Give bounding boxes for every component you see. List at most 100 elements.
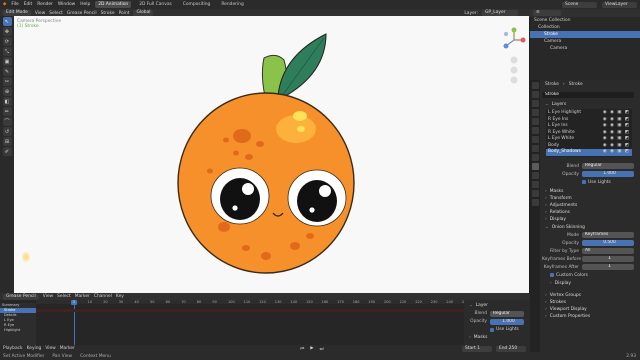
mini-layer-section[interactable]: Layer xyxy=(466,302,528,309)
timeline-menu-marker[interactable]: Marker xyxy=(75,294,90,299)
keying-menu[interactable]: Keying xyxy=(27,346,42,351)
onion-opacity-slider[interactable]: 0.500 xyxy=(582,240,634,246)
outliner-row-collection[interactable]: Collection xyxy=(530,24,640,31)
tool-button-7[interactable]: ⊕ xyxy=(2,87,12,96)
onion-mode-dropdown[interactable]: Keyframes xyxy=(582,232,634,238)
properties-tab-icon[interactable] xyxy=(531,154,539,161)
viewport-menu-grease-pencil[interactable]: Grease Pencil xyxy=(67,11,97,16)
viewport-menu-stroke[interactable]: Stroke xyxy=(101,11,115,16)
marker-menu[interactable]: Marker xyxy=(60,346,75,351)
layers-section[interactable]: Layers xyxy=(542,101,638,108)
tool-button-0[interactable]: ↖ xyxy=(2,17,12,26)
outliner-scene-collection[interactable]: Scene Collection xyxy=(530,17,640,24)
viewport-3d[interactable]: Camera Perspective (1) Stroke xyxy=(14,16,529,293)
properties-tab-icon[interactable] xyxy=(531,136,539,143)
viewport-display-section[interactable]: Viewport Display xyxy=(542,306,638,313)
tab-compositing[interactable]: Compositing xyxy=(180,1,214,8)
tool-button-8[interactable]: ◧ xyxy=(2,97,12,106)
timeline-menu-channel[interactable]: Channel xyxy=(94,294,112,299)
tool-button-9[interactable]: ✏ xyxy=(2,107,12,116)
tool-button-2[interactable]: ⟳ xyxy=(2,37,12,46)
tool-button-11[interactable]: ↺ xyxy=(2,127,12,136)
viewport-menu-view[interactable]: View xyxy=(35,11,45,16)
start-frame-field[interactable]: Start 1 xyxy=(462,345,492,352)
tool-button-4[interactable]: ▣ xyxy=(2,57,12,66)
tool-button-1[interactable]: ✥ xyxy=(2,27,12,36)
properties-tab-icon[interactable] xyxy=(531,91,539,98)
menu-window[interactable]: Window xyxy=(58,2,75,7)
properties-tab-icon[interactable] xyxy=(531,127,539,134)
outliner-row-camera-data[interactable]: Camera xyxy=(530,45,640,52)
properties-tab-icon[interactable] xyxy=(531,100,539,107)
tab-2d-animation[interactable]: 2D Animation xyxy=(95,1,132,8)
mini-opacity-slider[interactable]: 1.000 xyxy=(490,318,524,325)
tab-2d-full-canvas[interactable]: 2D Full Canvas xyxy=(136,1,175,8)
mini-use-lights-checkbox[interactable] xyxy=(490,327,494,332)
layer-visibility-icons[interactable]: ◉ ◉ ▣ ◩ xyxy=(603,149,630,156)
viewport-menu-select[interactable]: Select xyxy=(49,11,63,16)
onion-display-section[interactable]: Display xyxy=(542,280,638,287)
properties-tab-icon[interactable] xyxy=(531,109,539,116)
timeline-menu-view[interactable]: View xyxy=(43,294,53,299)
mini-blend-dropdown[interactable]: Regular xyxy=(490,310,524,317)
tool-button-12[interactable]: ⊞ xyxy=(2,137,12,146)
menu-file[interactable]: File xyxy=(11,2,18,7)
menu-render[interactable]: Render xyxy=(37,2,53,7)
properties-tab-icon[interactable] xyxy=(531,82,539,89)
properties-tab-icon[interactable] xyxy=(531,145,539,152)
tool-button-6[interactable]: ✂ xyxy=(2,77,12,86)
tool-button-5[interactable]: ✎ xyxy=(2,67,12,76)
scene-selector[interactable]: Scene xyxy=(562,1,597,8)
properties-tab-icon[interactable] xyxy=(531,118,539,125)
adjustments-section[interactable]: Adjustments xyxy=(542,202,638,209)
tool-button-13[interactable]: ✐ xyxy=(2,147,12,156)
use-lights-checkbox[interactable] xyxy=(582,180,586,184)
custom-colors-checkbox[interactable] xyxy=(550,273,554,277)
menu-help[interactable]: Help xyxy=(80,2,90,7)
transform-section[interactable]: Transform xyxy=(542,195,638,202)
timeline-menu-select[interactable]: Select xyxy=(57,294,71,299)
relations-section[interactable]: Relations xyxy=(542,209,638,216)
tab-rendering[interactable]: Rendering xyxy=(218,1,246,8)
play-icon[interactable]: ▶ xyxy=(310,346,313,351)
datablock-field[interactable]: Stroke xyxy=(542,91,634,98)
jump-start-icon[interactable]: ⏮ xyxy=(300,346,304,352)
display-section[interactable]: Display xyxy=(542,216,638,223)
properties-tab-icon[interactable] xyxy=(531,181,539,188)
tool-button-3[interactable]: ⤡ xyxy=(2,47,12,56)
properties-tab-icon[interactable] xyxy=(531,172,539,179)
vertex-groups-section[interactable]: Vertex Groups xyxy=(542,292,638,299)
keyframes-after-field[interactable]: 1 xyxy=(582,264,634,270)
opacity-slider[interactable]: 1.000 xyxy=(582,171,634,177)
tool-button-10[interactable]: ⌒ xyxy=(2,117,12,126)
outliner-filter-button[interactable]: ≡ xyxy=(533,10,561,16)
properties-tab-icon[interactable] xyxy=(531,163,539,170)
custom-properties-section[interactable]: Custom Properties xyxy=(542,313,638,320)
filter-type-dropdown[interactable]: All xyxy=(582,248,634,254)
frame-ruler[interactable]: 0102030405060708090100110120130140150160… xyxy=(36,300,469,304)
blender-logo-icon[interactable]: ◆ xyxy=(3,2,6,7)
outliner-row-camera[interactable]: Camera xyxy=(530,38,640,45)
viewport-menu-point[interactable]: Point xyxy=(119,11,130,16)
mini-masks-section[interactable]: Masks xyxy=(466,334,528,341)
view-layer-selector[interactable]: ViewLayer xyxy=(602,1,637,8)
playback-menu[interactable]: Playback xyxy=(3,346,23,351)
properties-tab-icon[interactable] xyxy=(531,199,539,206)
playhead[interactable] xyxy=(74,300,75,346)
end-frame-field[interactable]: End 250 xyxy=(496,345,526,352)
masks-section[interactable]: Masks xyxy=(542,188,638,195)
properties-tab-icon[interactable] xyxy=(531,190,539,197)
keyframes-before-field[interactable]: 1 xyxy=(582,256,634,262)
jump-end-icon[interactable]: ⏭ xyxy=(320,346,324,352)
current-frame-marker[interactable]: 1 xyxy=(71,300,77,305)
blend-dropdown[interactable]: Regular xyxy=(582,163,634,169)
navigation-gizmo[interactable] xyxy=(502,26,526,90)
view-menu[interactable]: View xyxy=(45,346,55,351)
outliner-row-stroke[interactable]: Stroke xyxy=(530,31,640,38)
onion-skinning-section[interactable]: Onion Skinning xyxy=(542,224,638,231)
channel-row[interactable]: Highlight xyxy=(0,328,36,333)
menu-edit[interactable]: Edit xyxy=(24,2,33,7)
layer-item[interactable]: Body_Shadows ◉ ◉ ▣ ◩ xyxy=(546,149,632,156)
timeline-menu-key[interactable]: Key xyxy=(116,294,124,299)
strokes-section[interactable]: Strokes xyxy=(542,299,638,306)
